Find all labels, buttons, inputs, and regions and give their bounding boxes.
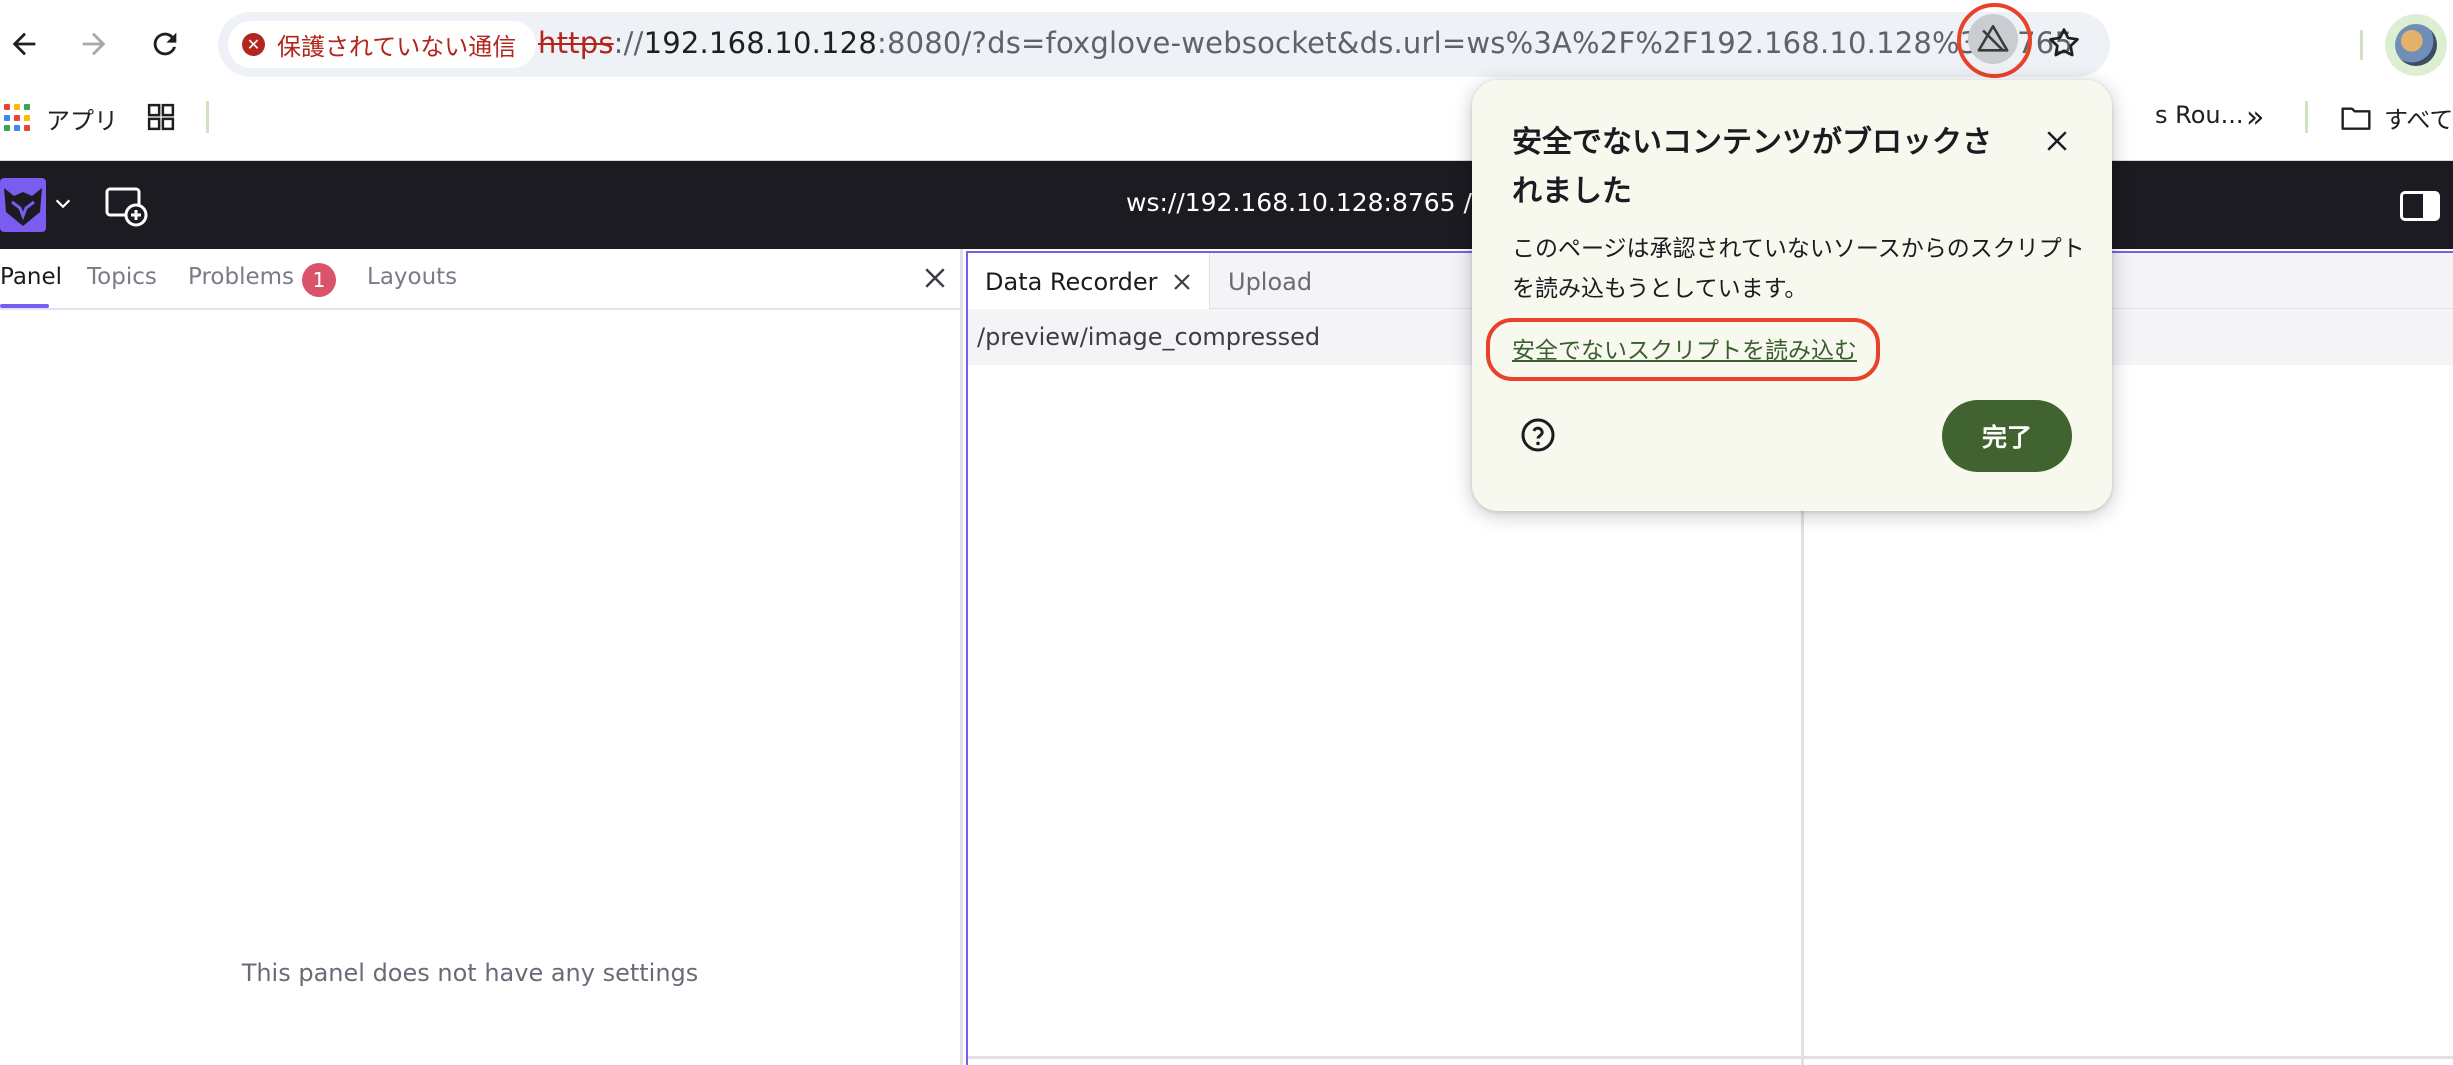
browser-toolbar: ✕ 保護されていない通信 https://192.168.10.128:8080… [0,0,2453,89]
help-icon[interactable] [1520,417,1556,453]
apps-grid-icon[interactable] [4,104,32,132]
foxglove-logo-icon[interactable] [0,178,46,232]
url-path: :8080/?ds=foxglove-websocket&ds.url=ws%3… [876,26,2074,60]
settings-sidebar: Panel Topics Problems 1 Layouts This pan… [0,249,963,1065]
load-unsafe-scripts-link[interactable]: 安全でないスクリプトを読み込む [1512,331,1857,365]
panel-topic-label: /preview/image_compressed [977,323,1321,351]
url-separator: :// [613,26,644,60]
empty-settings-message: This panel does not have any settings [241,959,699,987]
bookmark-item-routes[interactable]: s Rou... [2155,101,2244,129]
arrow-right-icon [82,32,106,56]
problems-count-badge: 1 [302,263,336,297]
forward-button[interactable] [70,20,118,68]
security-status-label: 保護されていない通信 [277,33,517,61]
reload-icon [153,32,177,56]
blocked-content-popup: 安全でないコンテンツがブロックされました このページは承認されていないソースから… [1472,80,2112,511]
avatar-image [2395,24,2437,66]
annotation-highlight-ring [1957,3,2032,78]
active-tab-indicator [0,304,49,308]
bookmarks-divider [206,101,209,133]
tab-problems[interactable]: Problems [188,264,294,290]
tab-layouts[interactable]: Layouts [367,264,457,290]
profile-avatar[interactable] [2385,14,2447,76]
tab-panel[interactable]: Panel [0,264,62,290]
tab-topics[interactable]: Topics [87,264,157,290]
error-icon: ✕ [242,33,265,56]
chevron-down-icon[interactable] [52,193,74,215]
connection-title[interactable]: ws://192.168.10.128:8765 / [1126,188,1472,217]
back-button[interactable] [0,20,48,68]
security-status-chip[interactable]: ✕ 保護されていない通信 [228,21,537,68]
all-bookmarks-folder[interactable]: すべて [2340,100,2453,135]
popup-title: 安全でないコンテンツがブロックされました [1512,125,1992,209]
apps-bookmark[interactable]: アプリ [46,101,118,136]
arrow-left-icon [12,32,36,56]
reload-button[interactable] [141,20,189,68]
tab-upload[interactable]: Upload [1228,268,1312,296]
panel-divider[interactable] [968,1056,2453,1065]
close-tab-icon[interactable] [1170,270,1194,294]
bookmark-star-icon[interactable] [2045,24,2083,62]
close-icon[interactable] [2042,126,2072,156]
add-panel-icon[interactable] [104,183,148,227]
popup-description: このページは承認されていないソースからのスクリプトを読み込もうとしています。 [1512,236,2085,302]
tab-groups-icon[interactable] [146,102,176,132]
close-icon[interactable] [920,263,950,293]
url-scheme: https [538,26,614,60]
sidebar-tabs: Panel Topics Problems 1 Layouts [0,249,960,310]
folder-icon [2341,106,2371,130]
url-text[interactable]: https://192.168.10.128:8080/?ds=foxglove… [538,26,2073,60]
tab-data-recorder-label: Data Recorder [985,268,1158,296]
more-bookmarks-icon[interactable]: » [2246,100,2264,135]
toolbar-divider [2360,30,2363,60]
done-button[interactable]: 完了 [1942,400,2072,472]
bookmarks-divider [2305,101,2308,133]
sidebar-toggle-icon[interactable] [2400,191,2440,221]
all-bookmarks-label: すべて [2384,106,2453,134]
address-bar[interactable]: ✕ 保護されていない通信 https://192.168.10.128:8080… [218,12,2110,77]
url-host: 192.168.10.128 [643,26,877,60]
tab-data-recorder[interactable]: Data Recorder [968,253,1210,309]
